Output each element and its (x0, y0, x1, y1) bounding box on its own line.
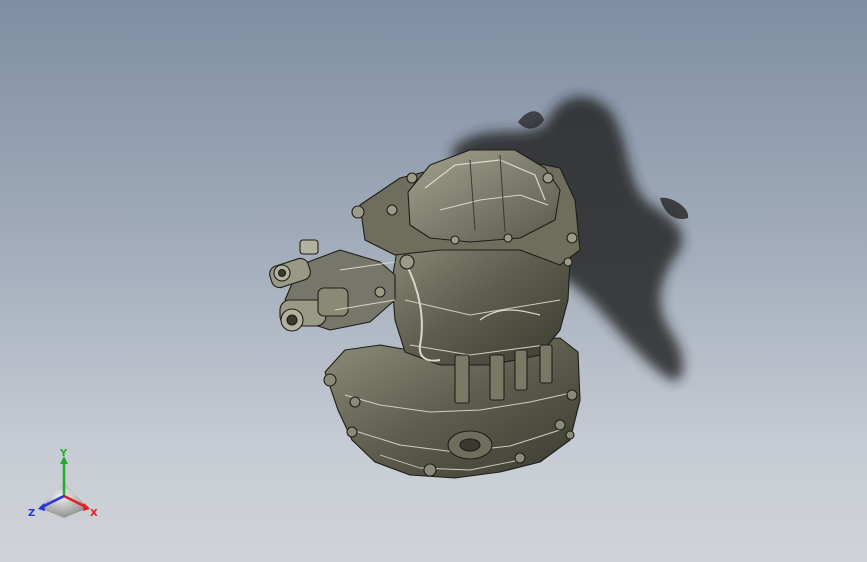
top-cover[interactable] (407, 149, 561, 243)
triad-z-label: Z (28, 508, 35, 519)
model-scene[interactable] (0, 0, 867, 562)
shift-mechanism[interactable] (268, 239, 396, 332)
triad-y-label: Y (59, 448, 68, 459)
triad-z-arrow-icon (38, 503, 45, 511)
triad-x-label: X (90, 508, 98, 519)
gearbox-model[interactable] (268, 149, 581, 479)
graphics-viewport[interactable]: Y X Z (0, 0, 867, 562)
triad-x-arrow-icon (83, 503, 90, 511)
orientation-triad[interactable]: Y X Z (26, 448, 102, 522)
